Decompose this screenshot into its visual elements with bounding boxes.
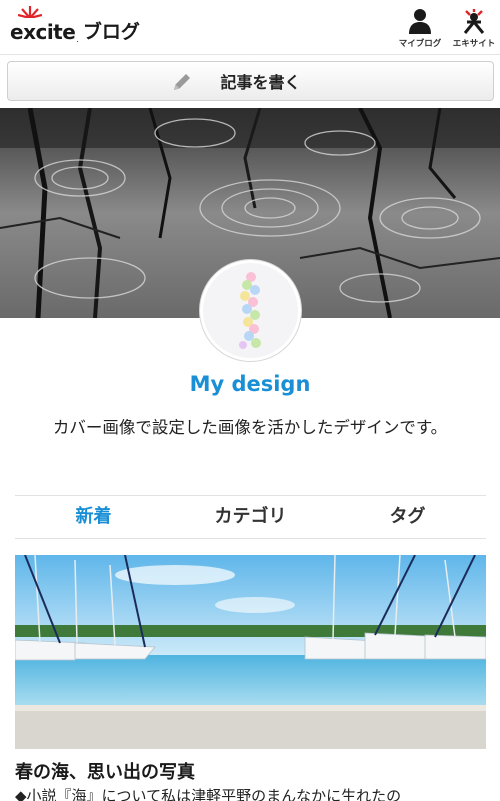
article-thumbnail[interactable] bbox=[15, 555, 486, 749]
write-article-button[interactable]: 記事を書く bbox=[7, 61, 494, 101]
logo-spark-icon bbox=[18, 6, 42, 18]
blog-title[interactable]: My design bbox=[0, 372, 500, 396]
user-icon bbox=[409, 9, 431, 34]
pencil-icon bbox=[174, 74, 190, 90]
excite-label: エキサイト bbox=[452, 39, 496, 49]
logo-subtitle: ブログ bbox=[82, 21, 140, 43]
excite-blog-logo[interactable]: excite . ブログ bbox=[10, 6, 140, 44]
tab-new[interactable]: 新着 bbox=[15, 496, 172, 538]
excite-mascot-icon bbox=[463, 9, 485, 34]
myblog-button[interactable]: マイブログ bbox=[394, 8, 446, 50]
blog-description: カバー画像で設定した画像を活かしたデザインです。 bbox=[52, 418, 448, 437]
myblog-label: マイブログ bbox=[398, 39, 442, 49]
article-excerpt: ◆小説『海』について私は津軽平野のまんなかに生れたの bbox=[15, 787, 402, 801]
harbor-photo bbox=[15, 555, 486, 749]
write-article-label: 記事を書く bbox=[220, 73, 301, 92]
excite-button[interactable]: エキサイト bbox=[448, 8, 500, 50]
logo-dot: . bbox=[76, 35, 79, 44]
blog-avatar[interactable] bbox=[200, 260, 301, 361]
flower-beads-photo bbox=[203, 263, 298, 358]
app-header: excite . ブログ マイブログ エキサイト bbox=[0, 0, 500, 55]
article-title[interactable]: 春の海、思い出の写真 bbox=[15, 758, 486, 784]
content-tabs: 新着 カテゴリ タグ bbox=[15, 495, 486, 539]
tab-tags[interactable]: タグ bbox=[329, 496, 486, 538]
tab-category[interactable]: カテゴリ bbox=[172, 496, 329, 538]
logo-text: excite bbox=[10, 20, 76, 44]
